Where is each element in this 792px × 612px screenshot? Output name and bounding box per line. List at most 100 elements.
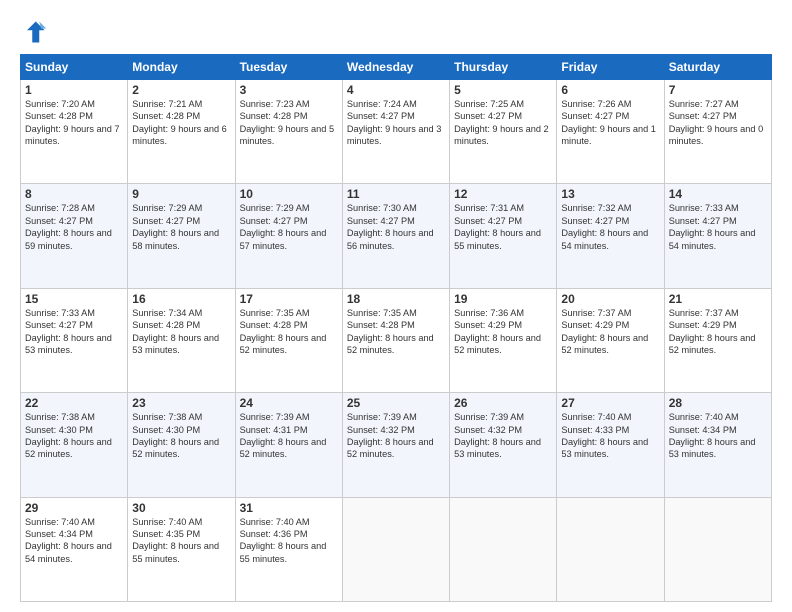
calendar-cell: 12 Sunrise: 7:31 AMSunset: 4:27 PMDaylig… xyxy=(450,184,557,288)
day-number: 16 xyxy=(132,292,230,306)
day-number: 21 xyxy=(669,292,767,306)
calendar-cell xyxy=(557,497,664,601)
day-number: 25 xyxy=(347,396,445,410)
cell-text: Sunrise: 7:24 AMSunset: 4:27 PMDaylight:… xyxy=(347,99,442,146)
cell-text: Sunrise: 7:25 AMSunset: 4:27 PMDaylight:… xyxy=(454,99,549,146)
day-number: 23 xyxy=(132,396,230,410)
cell-text: Sunrise: 7:30 AMSunset: 4:27 PMDaylight:… xyxy=(347,203,434,250)
cell-text: Sunrise: 7:39 AMSunset: 4:32 PMDaylight:… xyxy=(347,412,434,459)
cell-text: Sunrise: 7:40 AMSunset: 4:34 PMDaylight:… xyxy=(669,412,756,459)
day-number: 30 xyxy=(132,501,230,515)
cell-text: Sunrise: 7:40 AMSunset: 4:35 PMDaylight:… xyxy=(132,517,219,564)
calendar-cell: 31 Sunrise: 7:40 AMSunset: 4:36 PMDaylig… xyxy=(235,497,342,601)
day-number: 19 xyxy=(454,292,552,306)
calendar-cell: 20 Sunrise: 7:37 AMSunset: 4:29 PMDaylig… xyxy=(557,288,664,392)
week-row-2: 8 Sunrise: 7:28 AMSunset: 4:27 PMDayligh… xyxy=(21,184,772,288)
col-header-wednesday: Wednesday xyxy=(342,55,449,80)
day-number: 26 xyxy=(454,396,552,410)
day-number: 22 xyxy=(25,396,123,410)
header xyxy=(20,18,772,46)
calendar-cell: 1 Sunrise: 7:20 AMSunset: 4:28 PMDayligh… xyxy=(21,80,128,184)
day-number: 24 xyxy=(240,396,338,410)
logo xyxy=(20,18,52,46)
cell-text: Sunrise: 7:39 AMSunset: 4:32 PMDaylight:… xyxy=(454,412,541,459)
day-number: 20 xyxy=(561,292,659,306)
calendar-cell: 28 Sunrise: 7:40 AMSunset: 4:34 PMDaylig… xyxy=(664,393,771,497)
day-number: 14 xyxy=(669,187,767,201)
calendar-cell xyxy=(342,497,449,601)
day-number: 12 xyxy=(454,187,552,201)
col-header-friday: Friday xyxy=(557,55,664,80)
cell-text: Sunrise: 7:40 AMSunset: 4:33 PMDaylight:… xyxy=(561,412,648,459)
col-header-monday: Monday xyxy=(128,55,235,80)
calendar-cell xyxy=(450,497,557,601)
cell-text: Sunrise: 7:40 AMSunset: 4:34 PMDaylight:… xyxy=(25,517,112,564)
cell-text: Sunrise: 7:20 AMSunset: 4:28 PMDaylight:… xyxy=(25,99,120,146)
logo-icon xyxy=(20,18,48,46)
day-number: 3 xyxy=(240,83,338,97)
calendar-cell: 7 Sunrise: 7:27 AMSunset: 4:27 PMDayligh… xyxy=(664,80,771,184)
calendar-cell: 4 Sunrise: 7:24 AMSunset: 4:27 PMDayligh… xyxy=(342,80,449,184)
day-number: 8 xyxy=(25,187,123,201)
day-number: 27 xyxy=(561,396,659,410)
cell-text: Sunrise: 7:29 AMSunset: 4:27 PMDaylight:… xyxy=(240,203,327,250)
calendar-cell: 10 Sunrise: 7:29 AMSunset: 4:27 PMDaylig… xyxy=(235,184,342,288)
calendar-cell: 26 Sunrise: 7:39 AMSunset: 4:32 PMDaylig… xyxy=(450,393,557,497)
day-number: 15 xyxy=(25,292,123,306)
cell-text: Sunrise: 7:35 AMSunset: 4:28 PMDaylight:… xyxy=(347,308,434,355)
calendar-cell: 6 Sunrise: 7:26 AMSunset: 4:27 PMDayligh… xyxy=(557,80,664,184)
cell-text: Sunrise: 7:37 AMSunset: 4:29 PMDaylight:… xyxy=(561,308,648,355)
cell-text: Sunrise: 7:37 AMSunset: 4:29 PMDaylight:… xyxy=(669,308,756,355)
calendar-cell: 19 Sunrise: 7:36 AMSunset: 4:29 PMDaylig… xyxy=(450,288,557,392)
day-number: 10 xyxy=(240,187,338,201)
calendar-cell: 5 Sunrise: 7:25 AMSunset: 4:27 PMDayligh… xyxy=(450,80,557,184)
col-header-thursday: Thursday xyxy=(450,55,557,80)
calendar-cell: 24 Sunrise: 7:39 AMSunset: 4:31 PMDaylig… xyxy=(235,393,342,497)
cell-text: Sunrise: 7:23 AMSunset: 4:28 PMDaylight:… xyxy=(240,99,335,146)
calendar-table: SundayMondayTuesdayWednesdayThursdayFrid… xyxy=(20,54,772,602)
cell-text: Sunrise: 7:33 AMSunset: 4:27 PMDaylight:… xyxy=(669,203,756,250)
cell-text: Sunrise: 7:28 AMSunset: 4:27 PMDaylight:… xyxy=(25,203,112,250)
cell-text: Sunrise: 7:35 AMSunset: 4:28 PMDaylight:… xyxy=(240,308,327,355)
calendar-cell: 9 Sunrise: 7:29 AMSunset: 4:27 PMDayligh… xyxy=(128,184,235,288)
day-number: 13 xyxy=(561,187,659,201)
day-number: 2 xyxy=(132,83,230,97)
cell-text: Sunrise: 7:39 AMSunset: 4:31 PMDaylight:… xyxy=(240,412,327,459)
day-number: 7 xyxy=(669,83,767,97)
cell-text: Sunrise: 7:38 AMSunset: 4:30 PMDaylight:… xyxy=(132,412,219,459)
calendar-cell xyxy=(664,497,771,601)
cell-text: Sunrise: 7:26 AMSunset: 4:27 PMDaylight:… xyxy=(561,99,656,146)
day-number: 31 xyxy=(240,501,338,515)
week-row-3: 15 Sunrise: 7:33 AMSunset: 4:27 PMDaylig… xyxy=(21,288,772,392)
day-number: 29 xyxy=(25,501,123,515)
cell-text: Sunrise: 7:29 AMSunset: 4:27 PMDaylight:… xyxy=(132,203,219,250)
calendar-cell: 22 Sunrise: 7:38 AMSunset: 4:30 PMDaylig… xyxy=(21,393,128,497)
cell-text: Sunrise: 7:34 AMSunset: 4:28 PMDaylight:… xyxy=(132,308,219,355)
col-header-tuesday: Tuesday xyxy=(235,55,342,80)
week-row-5: 29 Sunrise: 7:40 AMSunset: 4:34 PMDaylig… xyxy=(21,497,772,601)
cell-text: Sunrise: 7:33 AMSunset: 4:27 PMDaylight:… xyxy=(25,308,112,355)
week-row-4: 22 Sunrise: 7:38 AMSunset: 4:30 PMDaylig… xyxy=(21,393,772,497)
cell-text: Sunrise: 7:32 AMSunset: 4:27 PMDaylight:… xyxy=(561,203,648,250)
cell-text: Sunrise: 7:21 AMSunset: 4:28 PMDaylight:… xyxy=(132,99,227,146)
calendar-cell: 25 Sunrise: 7:39 AMSunset: 4:32 PMDaylig… xyxy=(342,393,449,497)
calendar-cell: 13 Sunrise: 7:32 AMSunset: 4:27 PMDaylig… xyxy=(557,184,664,288)
calendar-cell: 17 Sunrise: 7:35 AMSunset: 4:28 PMDaylig… xyxy=(235,288,342,392)
day-number: 1 xyxy=(25,83,123,97)
week-row-1: 1 Sunrise: 7:20 AMSunset: 4:28 PMDayligh… xyxy=(21,80,772,184)
calendar-cell: 15 Sunrise: 7:33 AMSunset: 4:27 PMDaylig… xyxy=(21,288,128,392)
cell-text: Sunrise: 7:31 AMSunset: 4:27 PMDaylight:… xyxy=(454,203,541,250)
calendar-cell: 8 Sunrise: 7:28 AMSunset: 4:27 PMDayligh… xyxy=(21,184,128,288)
day-number: 18 xyxy=(347,292,445,306)
cell-text: Sunrise: 7:27 AMSunset: 4:27 PMDaylight:… xyxy=(669,99,764,146)
cell-text: Sunrise: 7:38 AMSunset: 4:30 PMDaylight:… xyxy=(25,412,112,459)
calendar-cell: 3 Sunrise: 7:23 AMSunset: 4:28 PMDayligh… xyxy=(235,80,342,184)
calendar-cell: 2 Sunrise: 7:21 AMSunset: 4:28 PMDayligh… xyxy=(128,80,235,184)
calendar-cell: 27 Sunrise: 7:40 AMSunset: 4:33 PMDaylig… xyxy=(557,393,664,497)
day-number: 28 xyxy=(669,396,767,410)
calendar-cell: 30 Sunrise: 7:40 AMSunset: 4:35 PMDaylig… xyxy=(128,497,235,601)
col-header-sunday: Sunday xyxy=(21,55,128,80)
col-header-saturday: Saturday xyxy=(664,55,771,80)
cell-text: Sunrise: 7:40 AMSunset: 4:36 PMDaylight:… xyxy=(240,517,327,564)
calendar-cell: 11 Sunrise: 7:30 AMSunset: 4:27 PMDaylig… xyxy=(342,184,449,288)
